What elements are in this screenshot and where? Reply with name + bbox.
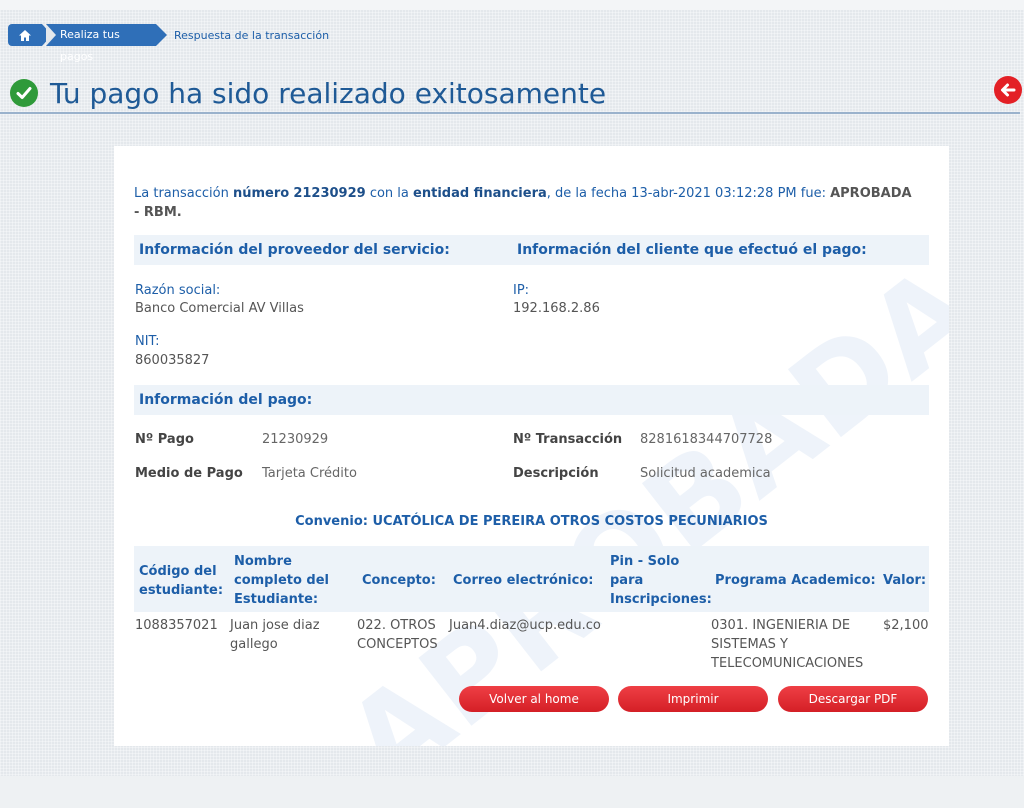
page-title: Tu pago ha sido realizado exitosamente bbox=[50, 76, 607, 110]
th-correo: Correo electrónico: bbox=[453, 573, 594, 588]
td-codigo: 1088357021 bbox=[135, 618, 218, 633]
razon-social-label: Razón social: bbox=[135, 283, 221, 298]
title-divider bbox=[0, 112, 1020, 114]
nit-value: 860035827 bbox=[135, 353, 210, 368]
provider-section-title: Información del proveedor del servicio: bbox=[139, 242, 450, 258]
receipt-card: APROBADA La transacción número 21230929 … bbox=[114, 146, 949, 746]
back-home-button[interactable]: Volver al home bbox=[459, 686, 609, 712]
transaction-summary: La transacción número 21230929 con la en… bbox=[134, 186, 912, 220]
td-concepto: 022. OTROS CONCEPTOS bbox=[357, 618, 438, 652]
home-icon bbox=[19, 29, 31, 41]
back-arrow-icon[interactable] bbox=[994, 76, 1022, 104]
th-programa: Programa Academico: bbox=[715, 573, 876, 588]
section-payment: Información del pago: bbox=[134, 385, 929, 415]
descripcion-label: Descripción bbox=[513, 466, 599, 481]
top-band bbox=[0, 0, 1024, 10]
td-valor: $2,100 bbox=[883, 618, 929, 633]
medio-pago-value: Tarjeta Crédito bbox=[262, 466, 357, 481]
nit-label: NIT: bbox=[135, 334, 160, 349]
ip-value: 192.168.2.86 bbox=[513, 301, 600, 316]
transaction-number: 21230929 bbox=[293, 186, 366, 201]
descripcion-value: Solicitud academica bbox=[640, 466, 771, 481]
transaccion-value: 8281618344707728 bbox=[640, 432, 773, 447]
payment-section-title: Información del pago: bbox=[139, 392, 313, 408]
bottom-band bbox=[0, 776, 1024, 808]
check-circle-icon bbox=[10, 79, 38, 107]
client-section-title: Información del cliente que efectuó el p… bbox=[517, 242, 867, 258]
pago-label: Nº Pago bbox=[135, 432, 194, 447]
section-provider-client: Información del proveedor del servicio: … bbox=[134, 235, 929, 265]
th-nombre: Nombre completo del Estudiante: bbox=[234, 554, 330, 607]
breadcrumb-item-respuesta: Respuesta de la transacción bbox=[174, 29, 330, 42]
transaccion-label: Nº Transacción bbox=[513, 432, 623, 447]
th-valor: Valor: bbox=[883, 573, 927, 588]
breadcrumb-home[interactable] bbox=[8, 24, 52, 46]
title-row: Tu pago ha sido realizado exitosamente bbox=[10, 76, 606, 110]
th-codigo: Código del estudiante: bbox=[139, 564, 224, 598]
td-programa: 0301. INGENIERIA DE SISTEMAS Y TELECOMUNIC… bbox=[711, 618, 864, 671]
download-pdf-button[interactable]: Descargar PDF bbox=[778, 686, 928, 712]
th-pin: Pin - Solo para Inscripciones: bbox=[610, 554, 712, 607]
print-button[interactable]: Imprimir bbox=[618, 686, 768, 712]
td-correo: Juan4.diaz@ucp.edu.co bbox=[449, 618, 601, 633]
ip-label: IP: bbox=[513, 283, 530, 298]
pago-value: 21230929 bbox=[262, 432, 329, 447]
td-nombre: Juan jose diaz gallego bbox=[230, 618, 320, 652]
convenio-title: Convenio: UCATÓLICA DE PEREIRA OTROS COS… bbox=[295, 514, 768, 529]
razon-social-value: Banco Comercial AV Villas bbox=[135, 301, 304, 316]
medio-pago-label: Medio de Pago bbox=[135, 466, 243, 481]
table-header: Código del estudiante: Nombre completo del… bbox=[134, 546, 929, 612]
th-concepto: Concepto: bbox=[362, 573, 436, 588]
breadcrumb-item-realiza-pagos[interactable]: Realiza tus pagos bbox=[46, 24, 167, 63]
